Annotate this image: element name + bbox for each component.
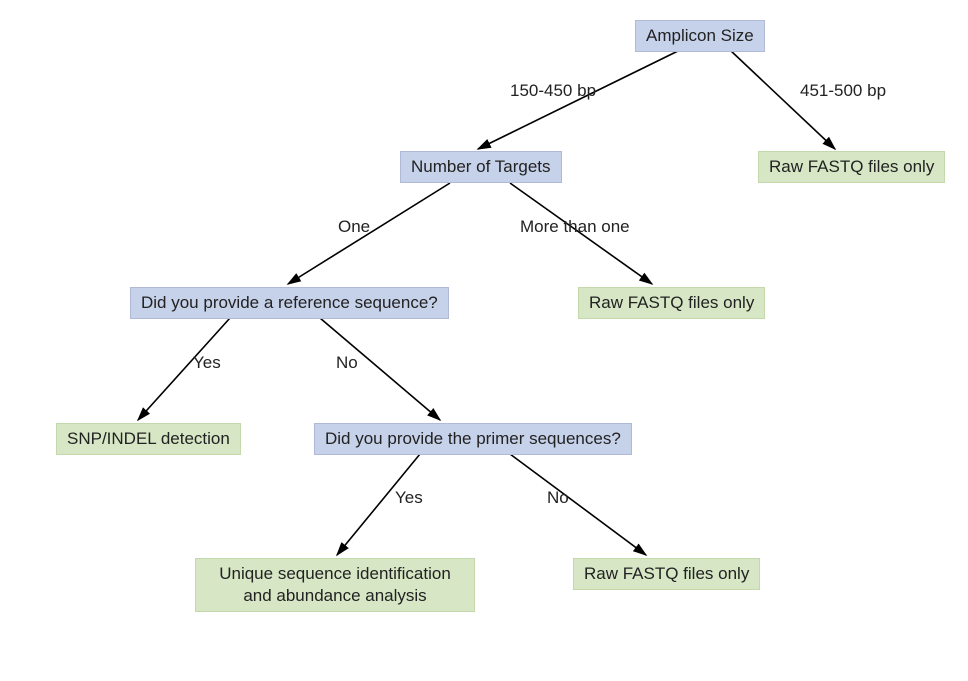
edge-label-150-450: 150-450 bp [510, 81, 596, 101]
edge-label-more-than-one: More than one [520, 217, 630, 237]
node-reference-sequence: Did you provide a reference sequence? [130, 287, 449, 319]
edge-label-no-ref: No [336, 353, 358, 373]
node-primer-sequences: Did you provide the primer sequences? [314, 423, 632, 455]
edges-layer [0, 0, 968, 681]
outcome-raw-fastq-bottom: Raw FASTQ files only [573, 558, 760, 590]
outcome-raw-fastq-mid: Raw FASTQ files only [578, 287, 765, 319]
edge-label-yes-ref: Yes [193, 353, 221, 373]
outcome-snp-indel: SNP/INDEL detection [56, 423, 241, 455]
edge-label-one: One [338, 217, 370, 237]
node-amplicon-size: Amplicon Size [635, 20, 765, 52]
outcome-unique-sequence: Unique sequence identificationand abunda… [195, 558, 475, 612]
edge-label-no-primer: No [547, 488, 569, 508]
node-number-of-targets: Number of Targets [400, 151, 562, 183]
edge-label-yes-primer: Yes [395, 488, 423, 508]
outcome-raw-fastq-top: Raw FASTQ files only [758, 151, 945, 183]
edge-label-451-500: 451-500 bp [800, 81, 886, 101]
